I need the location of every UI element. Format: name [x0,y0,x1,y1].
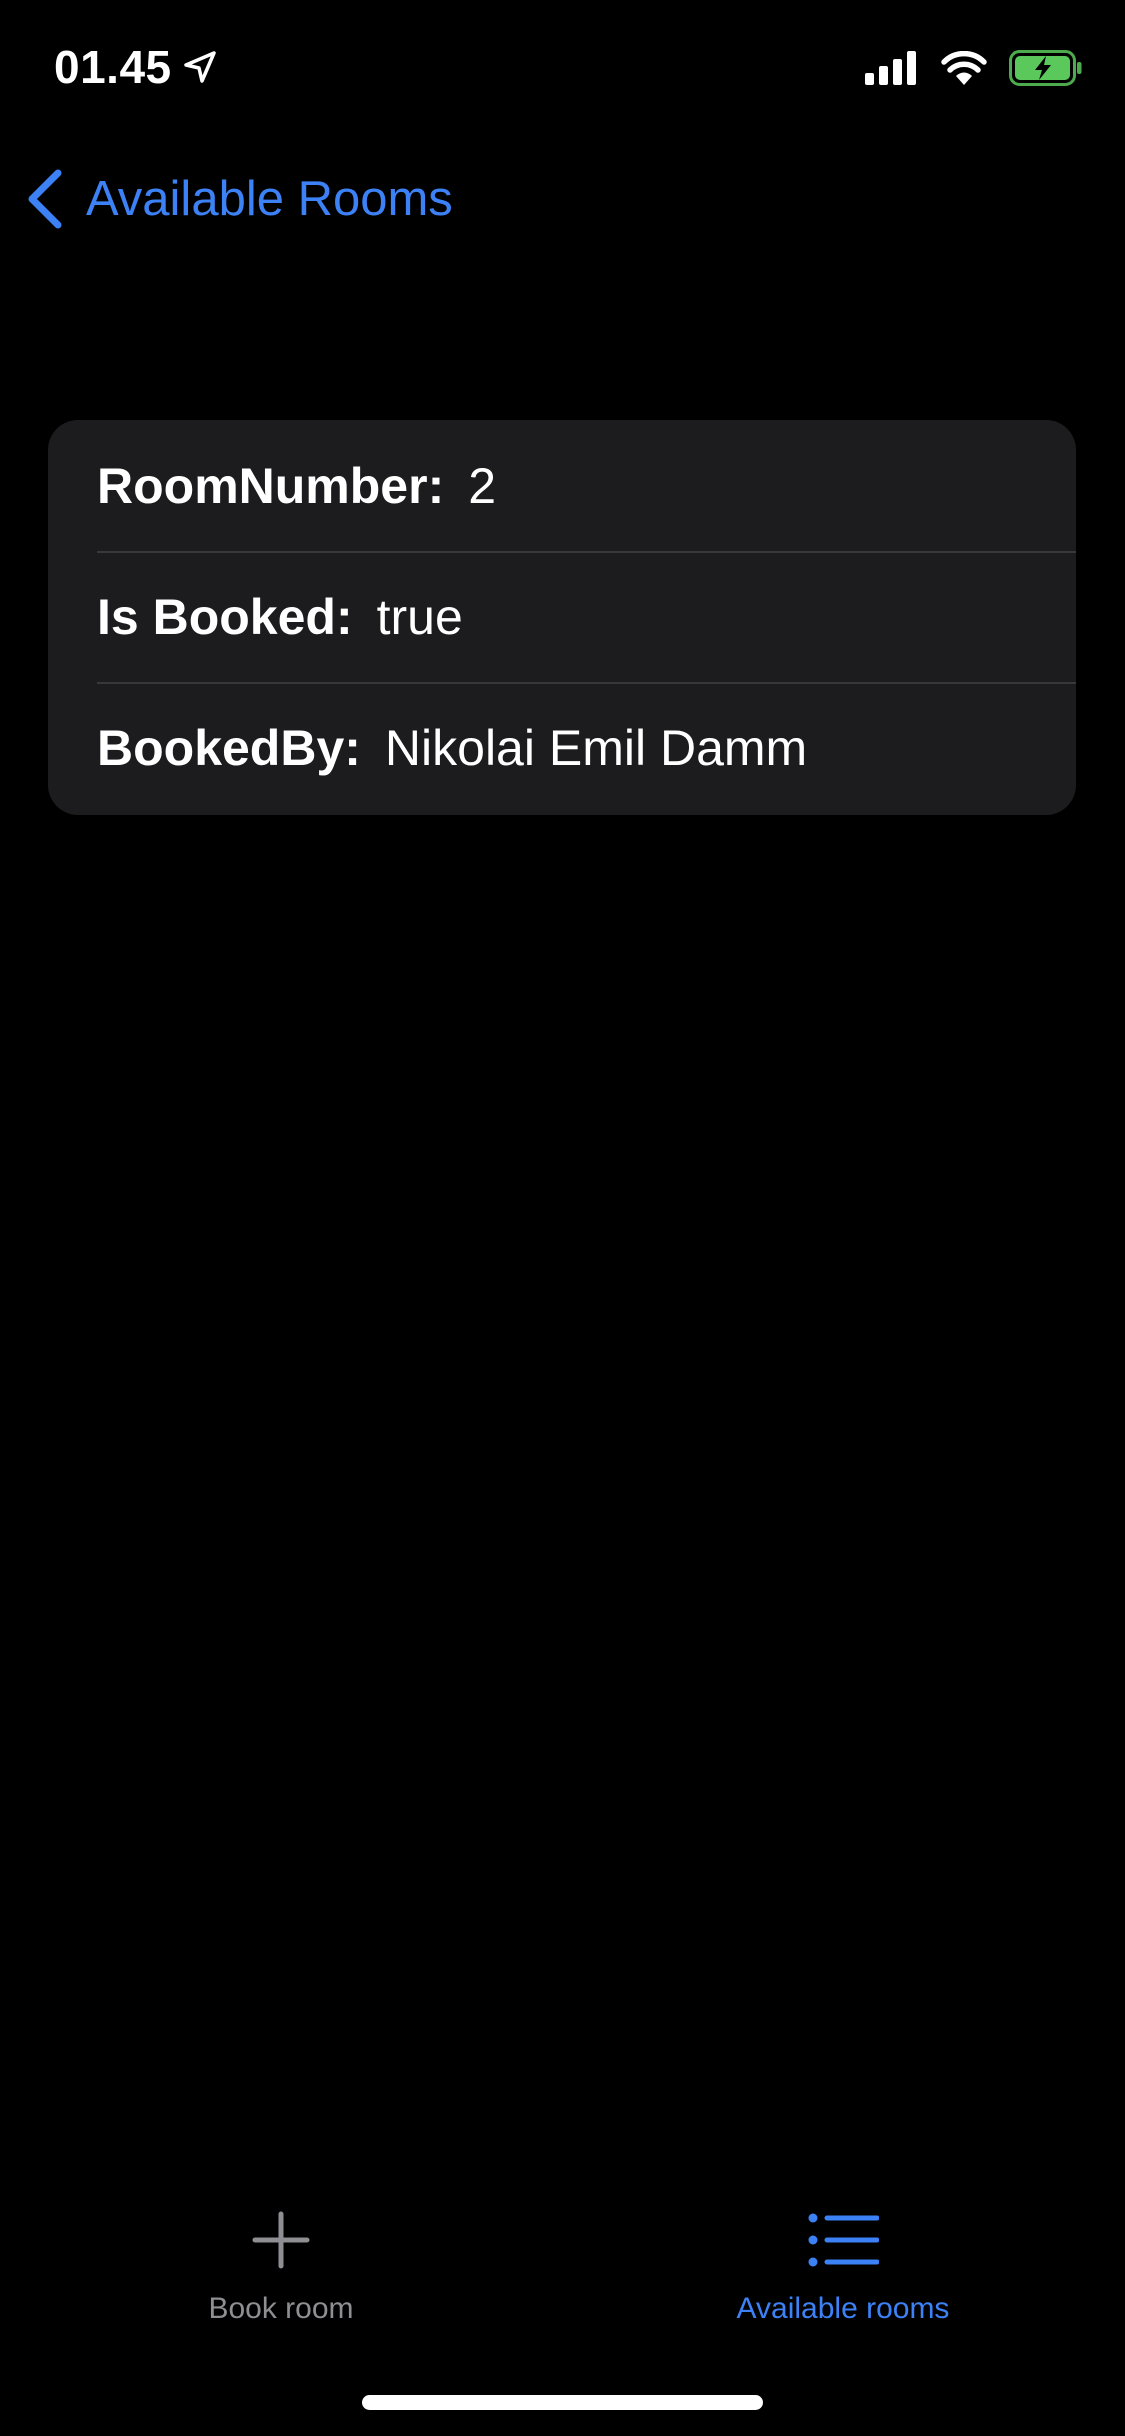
list-icon [808,2213,879,2267]
tab-available-rooms-label: Available rooms [736,2292,950,2325]
tab-book-room[interactable]: Book room [131,2210,431,2326]
cellular-signal-icon [865,51,916,85]
status-bar: 01.45 [0,0,1125,140]
room-detail-card: RoomNumber: 2 Is Booked: true BookedBy: … [48,420,1076,815]
chevron-left-icon [28,169,62,229]
booked-by-value: Nikolai Emil Damm [384,719,808,776]
tab-book-room-label: Book room [208,2292,354,2325]
battery-charging-icon [1009,50,1082,86]
back-button-label: Available Rooms [86,172,453,226]
booked-by-row: BookedBy: Nikolai Emil Damm [48,682,1076,813]
is-booked-value: true [376,588,463,645]
tab-available-rooms[interactable]: Available rooms [693,2210,993,2326]
status-time-text: 01.45 [54,41,172,93]
location-arrow-icon [183,51,216,83]
room-number-row: RoomNumber: 2 [48,420,1076,551]
back-button[interactable]: Available Rooms [24,166,453,232]
tab-bar: Book room Available rooms [0,2200,1125,2340]
home-indicator[interactable] [362,2395,763,2410]
room-number-value: 2 [468,457,497,514]
booked-by-label: BookedBy: [97,719,361,776]
status-time: 01.45 [54,40,218,94]
room-number-label: RoomNumber: [97,457,445,514]
is-booked-label: Is Booked: [97,588,353,645]
plus-icon [252,2211,310,2269]
is-booked-row: Is Booked: true [48,551,1076,682]
status-icons [865,50,1083,86]
wifi-icon [941,51,987,85]
